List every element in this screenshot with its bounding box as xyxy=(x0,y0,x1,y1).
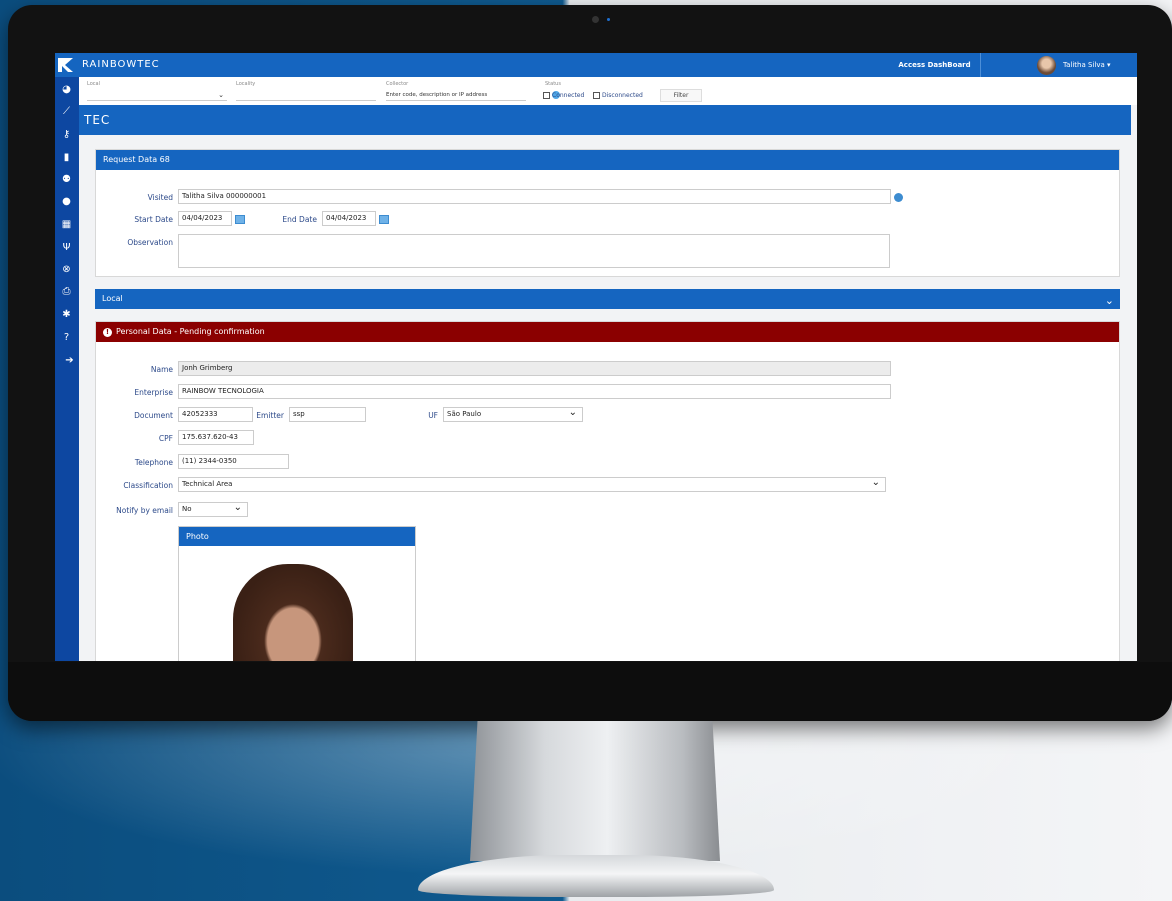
monitor-chin xyxy=(8,662,1172,721)
start-date-input[interactable]: 04/04/2023 xyxy=(178,211,232,226)
enterprise-input[interactable]: RAINBOW TECNOLOGIA xyxy=(178,384,891,399)
user-name: Talitha Silva ▾ xyxy=(1063,61,1111,69)
page-banner: TEC xyxy=(79,105,1131,135)
top-bar: RAINBOWTEC Access DashBoard Talitha Silv… xyxy=(55,53,1137,77)
cancel-icon[interactable]: ⊗ xyxy=(60,263,73,276)
sidebar: ◕ ⟋ ⚷ ▮ ⚉ ● ▦ Ψ ⊗ ⎙ ✱ ? ➔ xyxy=(55,77,79,661)
user-icon[interactable]: ● xyxy=(60,195,73,208)
monitor-stand xyxy=(470,721,720,861)
start-date-label: Start Date xyxy=(134,215,173,224)
notify-select[interactable]: No xyxy=(178,501,248,517)
connected-checkbox[interactable] xyxy=(543,92,550,99)
name-input[interactable]: Jonh Grimberg xyxy=(178,361,891,376)
locality-filter-input[interactable] xyxy=(236,90,376,101)
visited-label: Visited xyxy=(147,193,173,202)
disconnected-checkbox[interactable] xyxy=(593,92,600,99)
filter-bar: Local ⌄ Locality Collector Enter code, d… xyxy=(79,77,1137,105)
user-menu[interactable]: Talitha Silva ▾ xyxy=(1037,55,1111,75)
locality-filter-label: Locality xyxy=(236,81,256,87)
restaurant-icon[interactable]: Ψ xyxy=(60,241,73,254)
uf-select[interactable]: São Paulo xyxy=(443,406,583,422)
collector-filter-label: Collector xyxy=(386,81,409,87)
notify-label: Notify by email xyxy=(116,506,173,515)
enterprise-label: Enterprise xyxy=(134,388,173,397)
observation-textarea[interactable] xyxy=(178,234,890,268)
personal-data-header: ! Personal Data - Pending confirmation xyxy=(96,322,1119,342)
camera xyxy=(592,16,599,23)
calendar-icon[interactable] xyxy=(379,215,389,224)
telephone-label: Telephone xyxy=(134,458,173,467)
print-icon[interactable]: ⎙ xyxy=(60,285,73,298)
emitter-label: Emitter xyxy=(256,411,284,420)
help-icon[interactable]: ? xyxy=(60,331,73,344)
dashboard-icon[interactable]: ◕ xyxy=(60,83,73,96)
request-data-panel: Request Data 68 Visited Talitha Silva 00… xyxy=(95,149,1120,277)
photo-card: Photo xyxy=(178,526,416,661)
photo-header: Photo xyxy=(179,527,415,546)
observation-label: Observation xyxy=(127,238,173,247)
status-filter-label: Status xyxy=(545,81,561,87)
filter-button[interactable]: Filter xyxy=(660,89,702,102)
uf-label: UF xyxy=(428,411,438,420)
users-icon[interactable]: ⚉ xyxy=(60,173,73,186)
calendar-icon[interactable]: ▦ xyxy=(60,218,73,231)
classification-select[interactable]: Technical Area xyxy=(178,476,886,492)
end-date-input[interactable]: 04/04/2023 xyxy=(322,211,376,226)
alert-icon: ! xyxy=(103,328,112,337)
logo-icon xyxy=(58,58,73,72)
person-photo xyxy=(233,564,353,661)
brand-name: RAINBOWTEC xyxy=(82,59,160,70)
logout-icon[interactable]: ➔ xyxy=(63,354,76,367)
local-header[interactable]: Local ⌄ xyxy=(95,289,1120,309)
key-icon[interactable]: ⚷ xyxy=(60,128,73,141)
camera-led xyxy=(607,18,610,21)
cpf-label: CPF xyxy=(158,434,173,443)
connected-option[interactable]: Connected xyxy=(543,92,584,99)
access-dashboard-link[interactable]: Access DashBoard xyxy=(889,53,981,77)
document-input[interactable]: 42052333 xyxy=(178,407,253,422)
chevron-down-icon: ⌄ xyxy=(218,91,224,99)
document-icon[interactable]: ▮ xyxy=(60,151,73,164)
request-data-header: Request Data 68 xyxy=(96,150,1119,170)
document-label: Document xyxy=(134,411,173,420)
visited-input[interactable]: Talitha Silva 000000001 xyxy=(178,189,891,204)
settings-icon[interactable]: ✱ xyxy=(60,308,73,321)
local-panel[interactable]: Local ⌄ xyxy=(95,289,1120,309)
clear-visited-icon[interactable] xyxy=(894,193,903,202)
local-filter-label: Local xyxy=(87,81,100,87)
collector-filter-input[interactable]: Enter code, description or IP address xyxy=(386,90,526,101)
calendar-icon[interactable] xyxy=(235,215,245,224)
avatar xyxy=(1037,55,1056,75)
emitter-input[interactable]: ssp xyxy=(289,407,366,422)
classification-label: Classification xyxy=(123,481,173,490)
cpf-input[interactable]: 175.637.620-43 xyxy=(178,430,254,445)
screen: RAINBOWTEC Access DashBoard Talitha Silv… xyxy=(55,53,1137,661)
local-filter-select[interactable]: ⌄ xyxy=(87,90,227,101)
chart-icon[interactable]: ⟋ xyxy=(60,105,73,118)
end-date-label: End Date xyxy=(282,215,317,224)
chevron-down-icon[interactable]: ⌄ xyxy=(1105,291,1114,311)
telephone-input[interactable]: (11) 2344-0350 xyxy=(178,454,289,469)
disconnected-option[interactable]: Disconnected xyxy=(593,92,643,99)
name-label: Name xyxy=(150,365,173,374)
